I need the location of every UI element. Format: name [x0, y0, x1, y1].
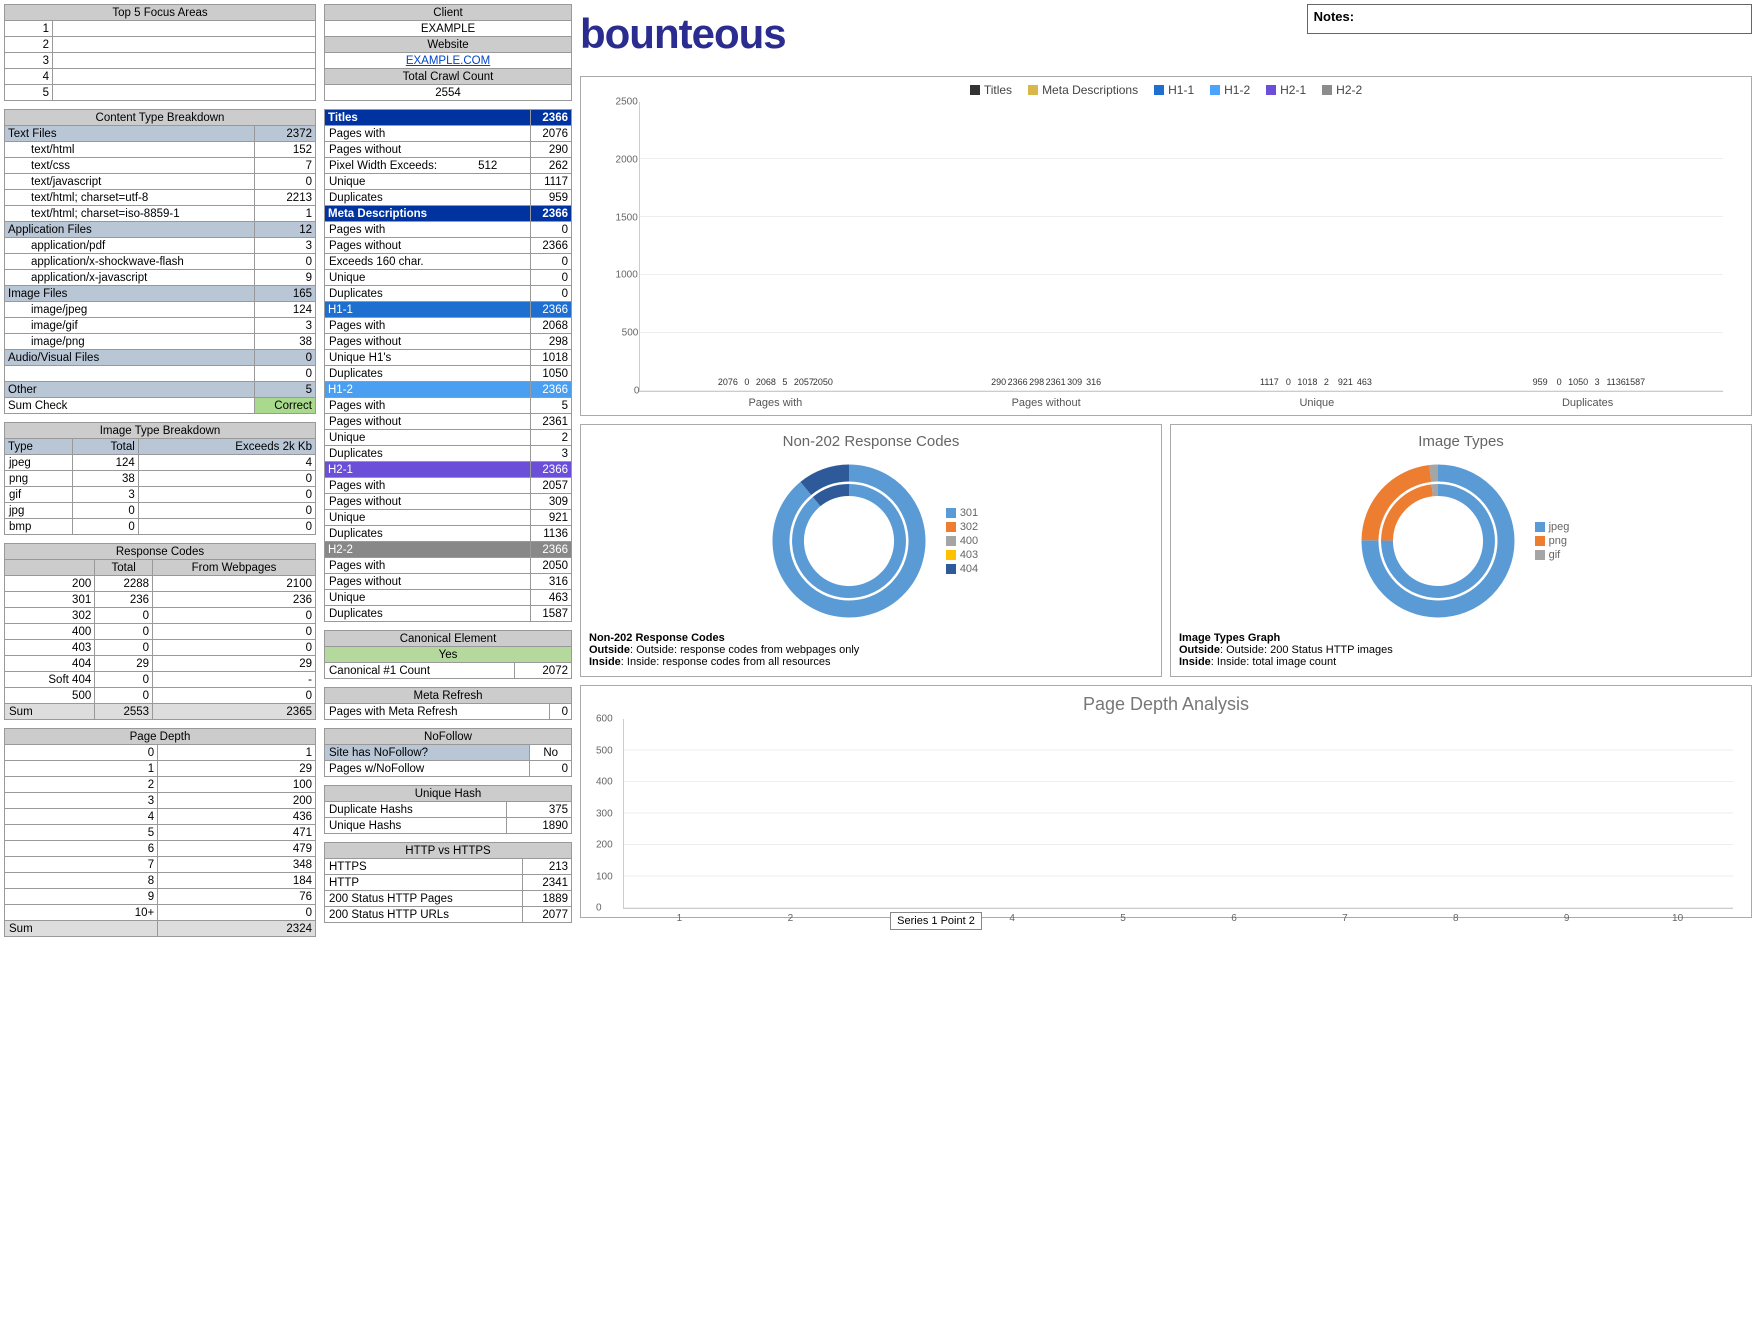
content-type-table: Content Type Breakdown Text Files2372tex…: [4, 109, 316, 414]
canonical-table: Canonical Element Yes Canonical #1 Count…: [324, 630, 572, 679]
page-depth-chart: Page Depth Analysis 12345678910 Series 1…: [580, 685, 1752, 918]
column-right: bounteous Notes: TitlesMeta Descriptions…: [580, 4, 1752, 937]
seo-bar-chart: TitlesMeta DescriptionsH1-1H1-2H2-1H2-2 …: [580, 76, 1752, 416]
http-table: HTTP vs HTTPS HTTPS213HTTP2341200 Status…: [324, 842, 572, 923]
meta-refresh-table: Meta Refresh Pages with Meta Refresh 0: [324, 687, 572, 720]
seo-table: Titles2366Pages with2076Pages without290…: [324, 109, 572, 622]
donut-image-types: Image Types jpegpnggif Image Types Graph…: [1170, 424, 1752, 677]
content-type-title: Content Type Breakdown: [5, 110, 316, 126]
bar-legend: TitlesMeta DescriptionsH1-1H1-2H2-1H2-2: [589, 83, 1743, 98]
focus-table: Top 5 Focus Areas 12345: [4, 4, 316, 101]
image-type-table: Image Type Breakdown Type Total Exceeds …: [4, 422, 316, 535]
column-left: Top 5 Focus Areas 12345 Content Type Bre…: [4, 4, 316, 937]
donut-codes-svg: [764, 456, 934, 626]
column-middle: Client EXAMPLE Website EXAMPLE.COM Total…: [324, 4, 572, 937]
hash-table: Unique Hash Duplicate Hashs375Unique Has…: [324, 785, 572, 834]
response-codes-table: Response Codes Total From Webpages 20022…: [4, 543, 316, 720]
page-depth-table: Page Depth 01129210032004436547164797348…: [4, 728, 316, 937]
client-table: Client EXAMPLE Website EXAMPLE.COM Total…: [324, 4, 572, 101]
nofollow-table: NoFollow Site has NoFollow? No Pages w/N…: [324, 728, 572, 777]
donut-img-svg: [1353, 456, 1523, 626]
donut-response-codes: Non-202 Response Codes 301302400403404 N…: [580, 424, 1162, 677]
website-link[interactable]: EXAMPLE.COM: [325, 53, 572, 69]
depth-tooltip: Series 1 Point 2: [890, 912, 982, 930]
brand-logo: bounteous: [580, 4, 786, 68]
focus-title: Top 5 Focus Areas: [5, 5, 316, 21]
notes-box: Notes:: [1307, 4, 1752, 34]
